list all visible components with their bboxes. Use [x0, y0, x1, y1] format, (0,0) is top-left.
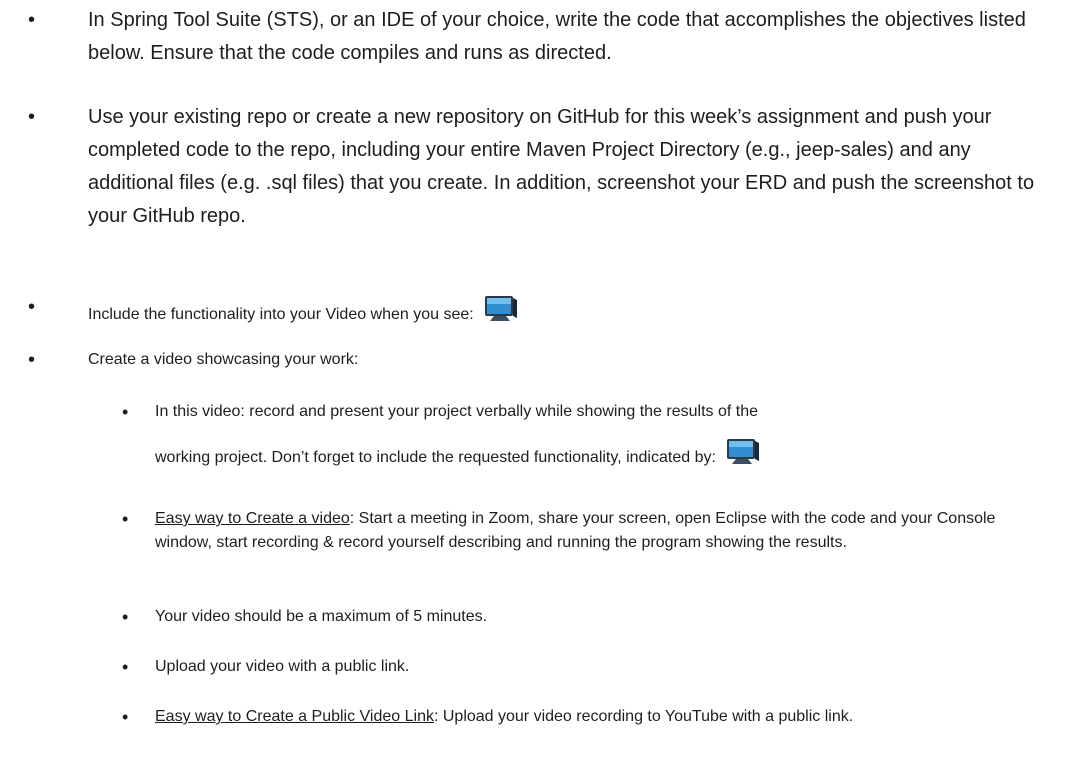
monitor-icon [727, 439, 760, 464]
list-item-text: Use your existing repo or create a new r… [88, 106, 1035, 227]
bullet: • [122, 607, 129, 627]
sub-list-item-text: Your video should be a maximum of 5 minu… [155, 608, 488, 625]
sub-list-item-text: Upload your video with a public link. [155, 658, 410, 675]
bullet: • [28, 296, 36, 318]
sub-list-item-text: Easy way to Create a Public Video Link: … [155, 705, 1035, 729]
list-item: • Use your existing repo or create a new… [28, 101, 1048, 233]
sub-list-item: • Upload your video with a public link. [122, 655, 1035, 679]
sub-list-item: • Easy way to Create a video: Start a me… [122, 507, 1035, 555]
sub-list-item: • Easy way to Create a Public Video Link… [122, 705, 1035, 729]
sub-list-item-line: working project. Don’t forget to include… [155, 449, 716, 466]
list-item-text: In Spring Tool Suite (STS), or an IDE of… [88, 9, 1026, 64]
list-item: • Create a video showcasing your work: [28, 348, 988, 372]
bullet: • [122, 707, 129, 727]
sub-list-item-text: Easy way to Create a video: Start a meet… [155, 507, 1035, 555]
list-item-text: Create a video showcasing your work: [88, 351, 359, 368]
bullet: • [122, 402, 129, 422]
sub-list-item-line-wrap: working project. Don’t forget to include… [155, 438, 1035, 470]
public-video-link[interactable]: Easy way to Create a Public Video Link [155, 708, 434, 725]
list-item: • In Spring Tool Suite (STS), or an IDE … [28, 4, 1048, 70]
sub-list-item-line: In this video: record and present your p… [155, 403, 758, 420]
bullet: • [122, 509, 129, 529]
list-item: • Include the functionality into your Vi… [28, 295, 988, 327]
monitor-icon [485, 296, 518, 321]
bullet: • [122, 657, 129, 677]
bullet: • [28, 106, 36, 128]
bullet: • [28, 9, 36, 31]
sub-list-item: • Your video should be a maximum of 5 mi… [122, 605, 1035, 629]
sub-list-item: • In this video: record and present your… [122, 400, 1035, 470]
list-item-text: Include the functionality into your Vide… [88, 306, 474, 323]
create-video-link[interactable]: Easy way to Create a video [155, 510, 350, 527]
bullet: • [28, 349, 36, 371]
sub-list-item-body: : Upload your video recording to YouTube… [433, 708, 854, 725]
